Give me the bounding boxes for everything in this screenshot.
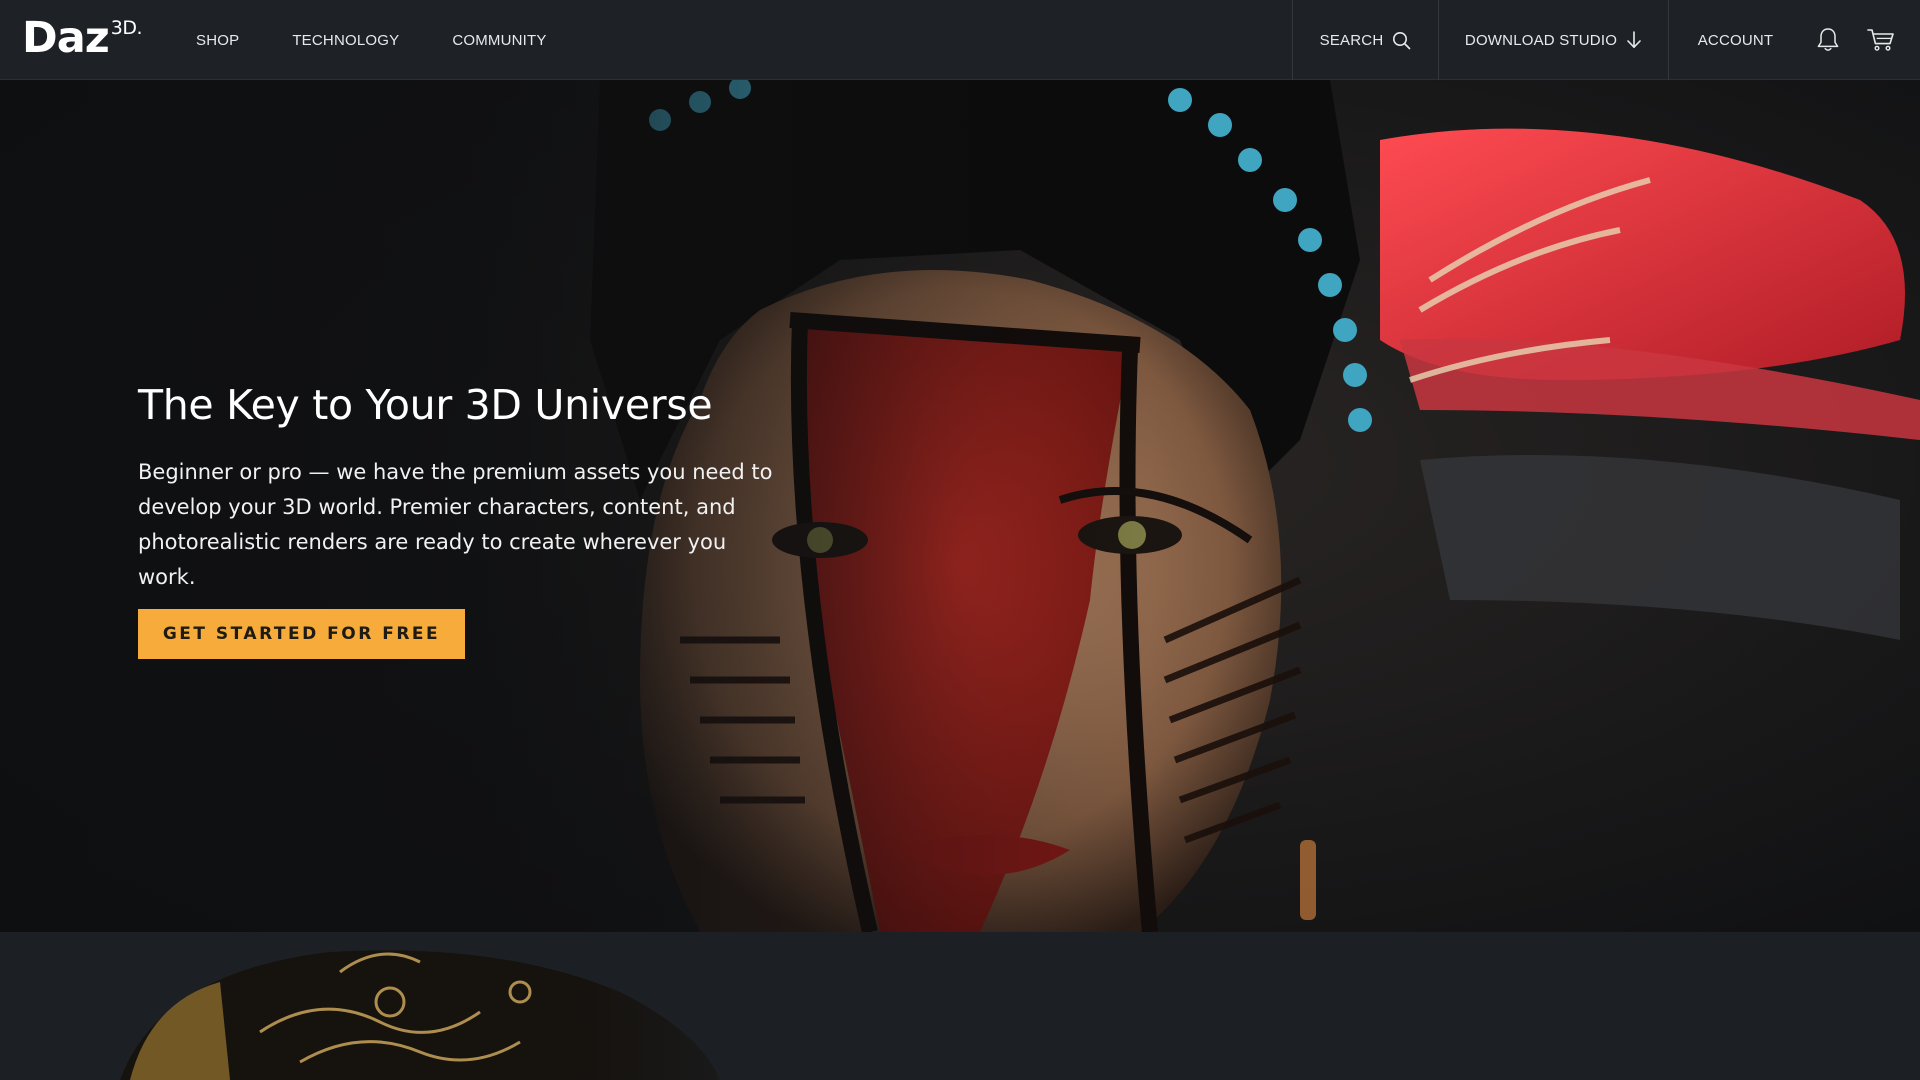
daz3d-logo[interactable]: Daz 3D. bbox=[22, 13, 143, 63]
download-studio-label: DOWNLOAD STUDIO bbox=[1464, 31, 1618, 49]
hero-content: The Key to Your 3D Universe Beginner or … bbox=[138, 380, 818, 659]
get-started-button[interactable]: GET STARTED FOR FREE bbox=[138, 609, 465, 659]
ornate-headdress-image bbox=[0, 932, 1920, 1080]
primary-nav: SHOP TECHNOLOGY COMMUNITY bbox=[196, 0, 600, 80]
logo-superscript: 3D. bbox=[110, 17, 143, 39]
hero-headline: The Key to Your 3D Universe bbox=[138, 381, 713, 429]
bell-icon bbox=[1816, 27, 1840, 53]
search-icon bbox=[1392, 31, 1411, 50]
utility-nav: SEARCH DOWNLOAD STUDIO ACCOUNT bbox=[1292, 0, 1920, 80]
nav-shop-link[interactable]: SHOP bbox=[196, 32, 239, 49]
search-label: SEARCH bbox=[1319, 31, 1384, 49]
top-navigation-bar: Daz 3D. SHOP TECHNOLOGY COMMUNITY SEARCH… bbox=[0, 0, 1920, 80]
cart-icon bbox=[1867, 28, 1895, 52]
notifications-button[interactable] bbox=[1802, 0, 1854, 80]
account-link[interactable]: ACCOUNT bbox=[1668, 0, 1802, 80]
hero-description: Beginner or pro — we have the premium as… bbox=[138, 460, 773, 589]
nav-technology-link[interactable]: TECHNOLOGY bbox=[292, 32, 399, 49]
nav-community-link[interactable]: COMMUNITY bbox=[452, 32, 546, 49]
logo-wordmark: Daz bbox=[22, 13, 110, 63]
cart-button[interactable] bbox=[1854, 0, 1920, 80]
download-arrow-icon bbox=[1626, 31, 1642, 49]
search-button[interactable]: SEARCH bbox=[1292, 0, 1438, 80]
download-studio-button[interactable]: DOWNLOAD STUDIO bbox=[1438, 0, 1668, 80]
next-section-preview bbox=[0, 932, 1920, 1080]
hero-banner: The Key to Your 3D Universe Beginner or … bbox=[0, 80, 1920, 932]
